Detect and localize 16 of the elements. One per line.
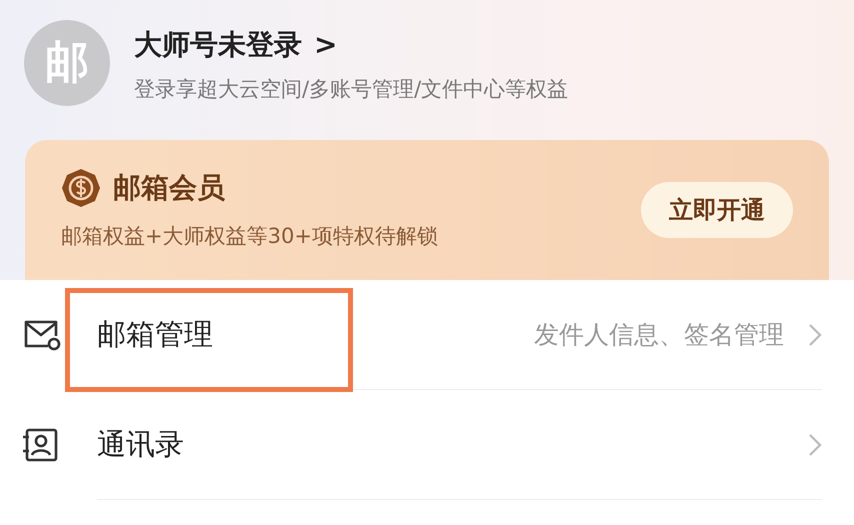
mail-settings-icon — [22, 318, 62, 352]
coin-icon — [61, 168, 101, 208]
account-subtitle: 登录享超大云空间/多账号管理/文件中心等权益 — [134, 76, 568, 103]
menu-label: 通讯录 — [97, 426, 185, 463]
contact-card-icon — [22, 427, 60, 463]
menu-item[interactable]: 邮箱管理 发件人信息、签名管理 — [0, 280, 854, 390]
account-title[interactable]: 大师号未登录 — [134, 24, 302, 66]
chevron-icon[interactable]: > — [314, 24, 338, 66]
menu-detail: 发件人信息、签名管理 — [534, 318, 784, 351]
menu-label: 邮箱管理 — [97, 316, 214, 353]
membership-subtitle: 邮箱权益+大师权益等30+项特权待解锁 — [61, 223, 438, 250]
chevron-right-icon — [808, 322, 822, 346]
activate-button[interactable]: 立即开通 — [641, 182, 793, 238]
chevron-right-icon — [808, 432, 822, 456]
menu-item[interactable]: 通讯录 — [0, 390, 854, 500]
membership-title: 邮箱会员 — [113, 170, 225, 206]
